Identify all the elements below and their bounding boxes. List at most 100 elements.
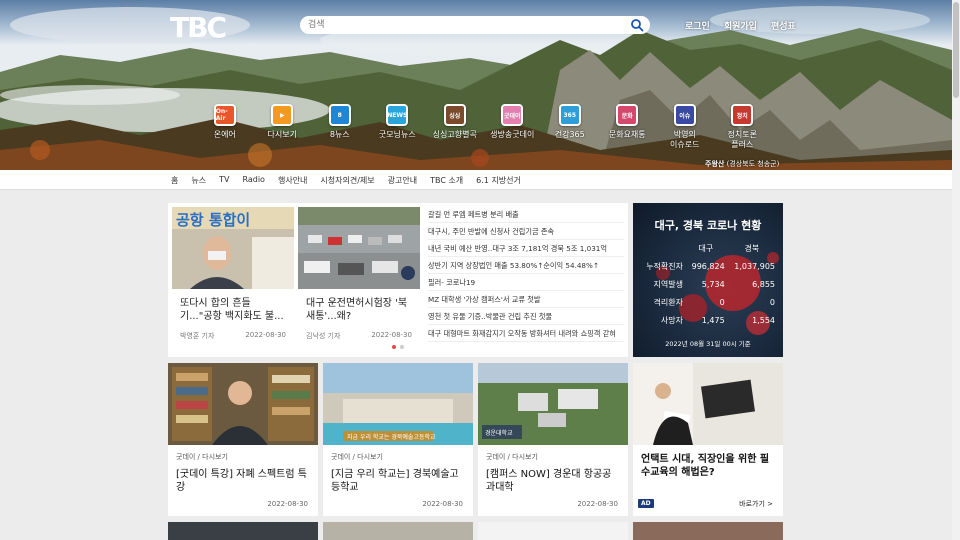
covid-col-gyeongbuk: 경북 xyxy=(744,243,760,253)
hero-banner: TBC 로그인 회원가입 편성표 On-Air온에어▶다시보기88뉴스NEWS굿… xyxy=(0,0,952,170)
ad-card[interactable]: 언택트 시대, 직장인을 위한 필수교육의 해법은? AD 바로가기 > xyxy=(633,363,783,516)
nav-ad-info[interactable]: 광고안내 xyxy=(388,175,417,186)
featured-reporter-2: 김낙성 기자 xyxy=(306,332,341,340)
video-card-partial[interactable] xyxy=(168,522,318,540)
headline-item[interactable]: 갈길 먼 루엠 페트병 분리 배출 xyxy=(428,206,624,223)
headline-item[interactable]: 영천 첫 유물 기증..박물관 건립 추진 첫물 xyxy=(428,308,624,325)
featured-news-2[interactable]: 대구 운전면허시험장 '북새통'...왜? 김낙성 기자 2022-08-30 xyxy=(298,207,420,341)
search-icon[interactable] xyxy=(630,18,644,32)
quick-menu-item[interactable]: NEWS 굿모닝뉴스 xyxy=(369,104,427,150)
quick-menu-label: 싱싱고향별곡 xyxy=(432,130,477,139)
covid-col-daegu: 대구 xyxy=(698,243,714,253)
featured-thumb-2 xyxy=(298,207,420,289)
featured-title-1: 또다시 합의 흔들 기..."공항 백지화도 불... xyxy=(180,298,284,322)
nav-about[interactable]: TBC 소개 xyxy=(430,175,463,186)
quick-menu-label: 박영의 이슈로드 xyxy=(670,130,700,149)
nav-radio[interactable]: Radio xyxy=(242,175,264,186)
nav-election[interactable]: 6.1 지방선거 xyxy=(476,175,521,186)
card-date: 2022-08-30 xyxy=(422,500,463,508)
headline-item[interactable]: 상반기 지역 상장법인 매출 53.80%↑순이익 54.48%↑ xyxy=(428,257,624,274)
ad-more-link[interactable]: 바로가기 > xyxy=(739,499,773,509)
quick-menu-item[interactable]: 8 8뉴스 xyxy=(311,104,369,150)
ad-title: 언택트 시대, 직장인을 위한 필수교육의 해법은? xyxy=(641,454,770,478)
card-date: 2022-08-30 xyxy=(267,500,308,508)
politics-icon: 정치 xyxy=(731,104,754,126)
quick-menu-item[interactable]: 싱싱싱싱고향별곡 xyxy=(426,104,484,150)
featured-date-2: 2022-08-30 xyxy=(371,331,412,339)
quick-menu-label: 굿모닝뉴스 xyxy=(378,130,416,139)
card-title: [굿데이 특강] 자폐 스펙트럼 특강 xyxy=(176,469,307,493)
ad-thumb xyxy=(633,363,783,445)
video-card-partial[interactable] xyxy=(478,522,628,540)
signup-link[interactable]: 회원가입 xyxy=(724,19,757,32)
featured-date-1: 2022-08-30 xyxy=(245,331,286,339)
scrollbar-thumb[interactable] xyxy=(953,2,959,98)
covid-status-panel[interactable]: 대구, 경북 코로나 현황 대구 경북 누적확진자 996,824 1,037,90… xyxy=(633,203,783,357)
quick-menu-label: 정치토론 플러스 xyxy=(727,130,757,149)
nav-tv[interactable]: TV xyxy=(219,175,229,186)
quick-menu-item[interactable]: 문화 문화요채통 xyxy=(599,104,657,150)
headline-item[interactable]: 필러- 코로나19 xyxy=(428,274,624,291)
nav-home[interactable]: 홈 xyxy=(171,175,178,186)
video-card-partial[interactable] xyxy=(323,522,473,540)
search-input[interactable] xyxy=(300,16,610,34)
card-category: 굿데이 / 다시보기 xyxy=(486,453,538,461)
quick-menu-item[interactable]: 이슈 박영의 이슈로드 xyxy=(656,104,714,150)
video-card-3[interactable]: 경운대학교 굿데이 / 다시보기 [캠퍼스 NOW] 경운대 항공공과대학 20… xyxy=(478,363,628,516)
table-row: 사망자 1,475 1,554 xyxy=(660,315,775,325)
carousel-dot-1[interactable] xyxy=(392,345,396,349)
table-row: 누적확진자 996,824 1,037,905 xyxy=(646,261,775,271)
video-card-2[interactable]: 지금 우리 학교는 경북예술고등학교 굿데이 / 다시보기 [지금 우리 학교는… xyxy=(323,363,473,516)
nav-events[interactable]: 행사안내 xyxy=(278,175,307,186)
headline-item[interactable]: 대구 대형마트 화재감지기 오작동 방화셔터 내려와 쇼핑객 갇혀 xyxy=(428,325,624,342)
card-category: 굿데이 / 다시보기 xyxy=(176,453,228,461)
card-title: [지금 우리 학교는] 경북예술고등학교 xyxy=(331,469,459,493)
card-title: [캠퍼스 NOW] 경운대 항공공과대학 xyxy=(486,469,612,493)
schedule-link[interactable]: 편성표 xyxy=(771,19,796,32)
good-day-icon: 굿데이 xyxy=(501,104,524,126)
quick-menu-item[interactable]: 굿데이생방송굿데이 xyxy=(484,104,542,150)
quick-menu-label: 건강365 xyxy=(554,130,585,139)
featured-reporter-1: 박영훈 기자 xyxy=(180,332,215,340)
svg-text:TBC: TBC xyxy=(170,11,225,43)
carousel-dot-2[interactable] xyxy=(400,345,404,349)
covid-title: 대구, 경북 코로나 현황 xyxy=(654,219,762,232)
video-card-1[interactable]: 굿데이 / 다시보기 [굿데이 특강] 자폐 스펙트럼 특강 2022-08-3… xyxy=(168,363,318,516)
video-card-partial[interactable] xyxy=(633,522,783,540)
play-icon: ▶ xyxy=(271,104,294,126)
quick-menu-item[interactable]: 정치정치토론 플러스 xyxy=(714,104,772,150)
nav-news[interactable]: 뉴스 xyxy=(191,175,206,186)
headline-item[interactable]: 대구시, 주민 반발에 신청사 건립기금 존속 xyxy=(428,223,624,240)
headline-item[interactable]: 내년 국비 예산 반영..대구 3조 7,181억 경북 5조 1,031억 xyxy=(428,240,624,257)
location-region: (경상북도 청송군) xyxy=(726,160,780,168)
login-link[interactable]: 로그인 xyxy=(685,19,710,32)
card-thumb: 경운대학교 xyxy=(478,363,628,445)
search-box xyxy=(300,16,650,34)
card-category: 굿데이 / 다시보기 xyxy=(331,453,383,461)
top-links: 로그인 회원가입 편성표 xyxy=(685,19,796,32)
card-thumb xyxy=(168,363,318,445)
quick-menu-item[interactable]: ▶ 다시보기 xyxy=(254,104,312,150)
featured-overlay-text: 공항 통합이 xyxy=(176,211,250,229)
headline-item[interactable]: MZ 대학생 '가상 캠퍼스'서 교류 첫발 xyxy=(428,291,624,308)
headline-list: 갈길 먼 루엠 페트병 분리 배출 대구시, 주민 반발에 신청사 건립기금 존… xyxy=(428,206,624,342)
quick-menu-label: 다시보기 xyxy=(267,130,297,139)
main-nav: 홈 뉴스 TV Radio 행사안내 시청자의견/제보 광고안내 TBC 소개 … xyxy=(0,170,952,190)
hometown-icon: 싱싱 xyxy=(443,104,466,126)
page-scrollbar[interactable] xyxy=(952,0,960,540)
quick-menu-item[interactable]: On-Air 온에어 xyxy=(196,104,254,150)
covid-footnote: 2022년 08월 31일 00시 기준 xyxy=(665,340,751,348)
news8-icon: 8 xyxy=(328,104,351,126)
quick-menu: On-Air 온에어 ▶ 다시보기 8 8뉴스 NEWS 굿모닝뉴스 싱싱 싱싱고향별곡 굿데이 생방… xyxy=(196,104,771,150)
quick-menu-label: 8뉴스 xyxy=(329,130,350,139)
quick-menu-label: 생방송굿데이 xyxy=(490,130,535,139)
on-air-icon: On-Air xyxy=(213,104,236,126)
ad-badge: AD xyxy=(638,499,654,508)
featured-news-1[interactable]: 공항 통합이 또다시 합의 흔들 기..."공항 백지화도 불... 박영훈 기… xyxy=(172,207,294,341)
nav-viewer-opinion[interactable]: 시청자의견/제보 xyxy=(320,175,374,186)
quick-menu-item[interactable]: 365 건강365 xyxy=(541,104,599,150)
location-name: 주왕산 xyxy=(705,160,725,168)
carousel-dots xyxy=(392,345,404,349)
covid-table: 대구 경북 누적확진자 996,824 1,037,905 지역발생 5,734 6,8… xyxy=(633,239,779,329)
tbc-logo[interactable]: TBC xyxy=(170,9,230,43)
